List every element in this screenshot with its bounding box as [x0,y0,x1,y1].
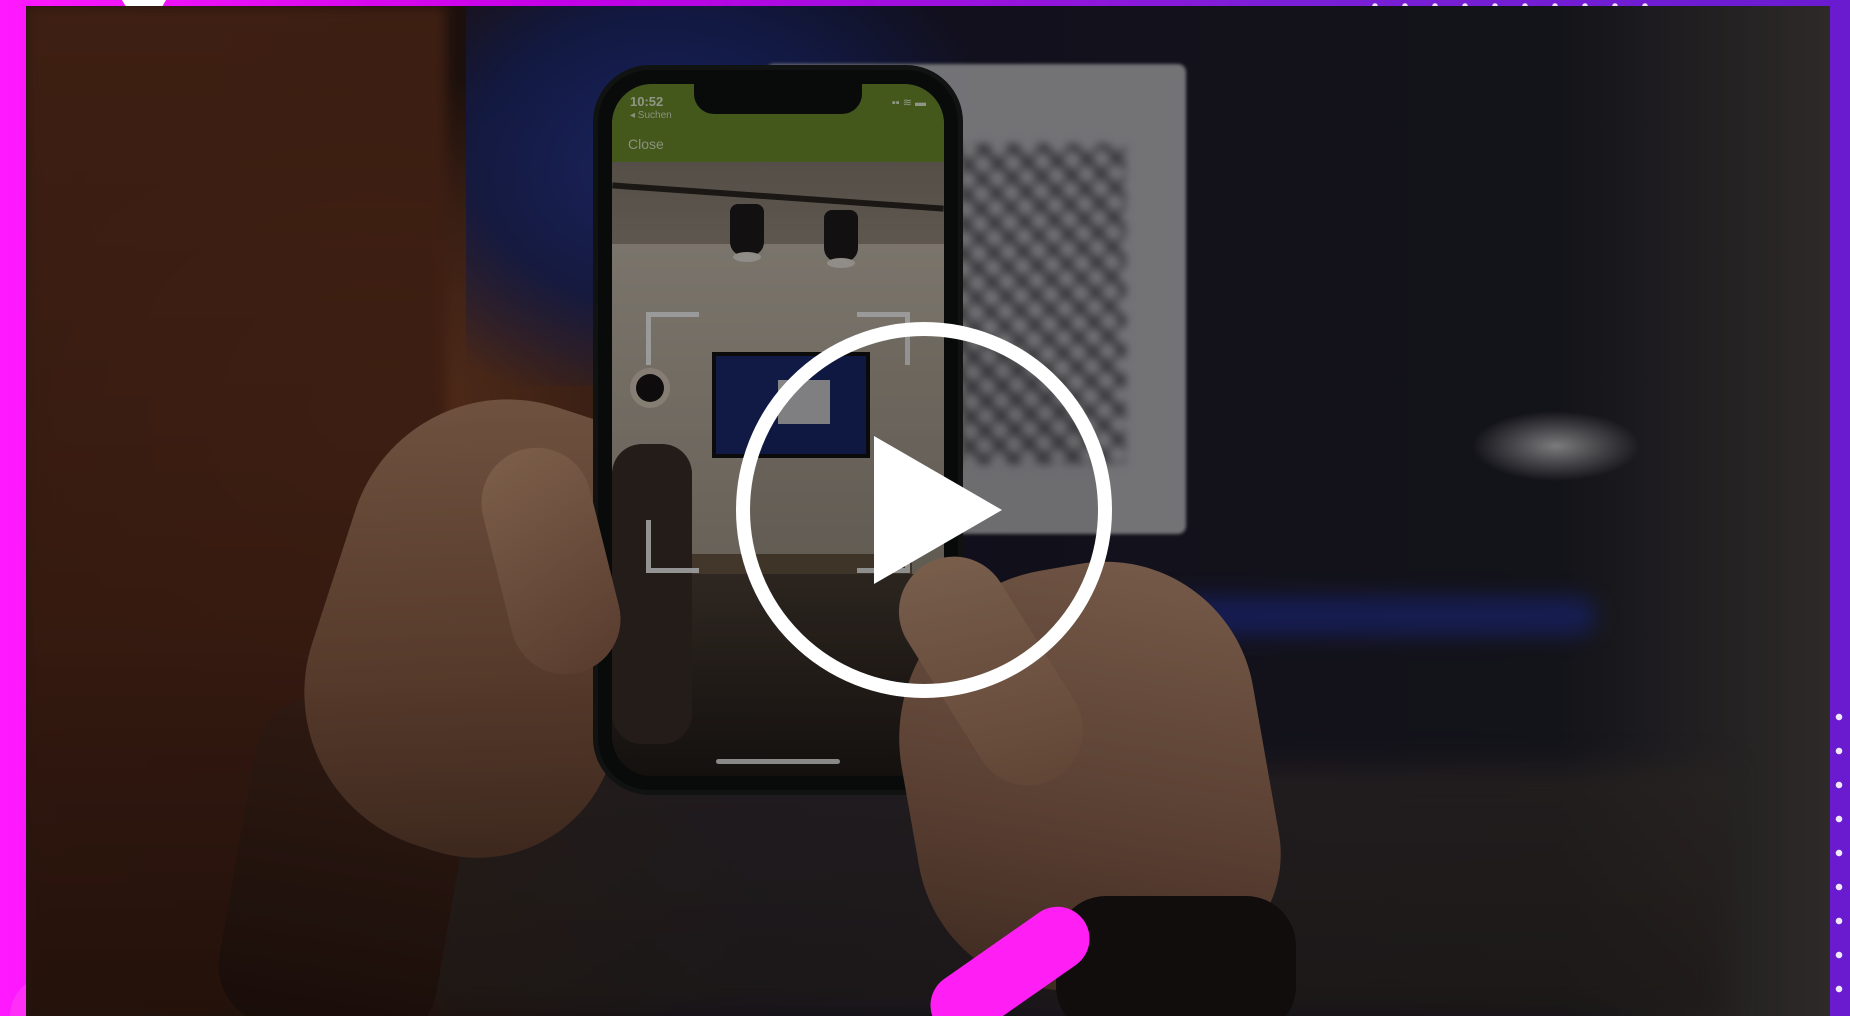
decor-dots-right [1832,700,1846,1000]
video-thumbnail-frame: 10:52 ◂ Suchen ▪▪ ≋ ▬ Close [0,0,1850,1016]
play-icon [874,436,1002,584]
play-button[interactable] [736,322,1112,698]
